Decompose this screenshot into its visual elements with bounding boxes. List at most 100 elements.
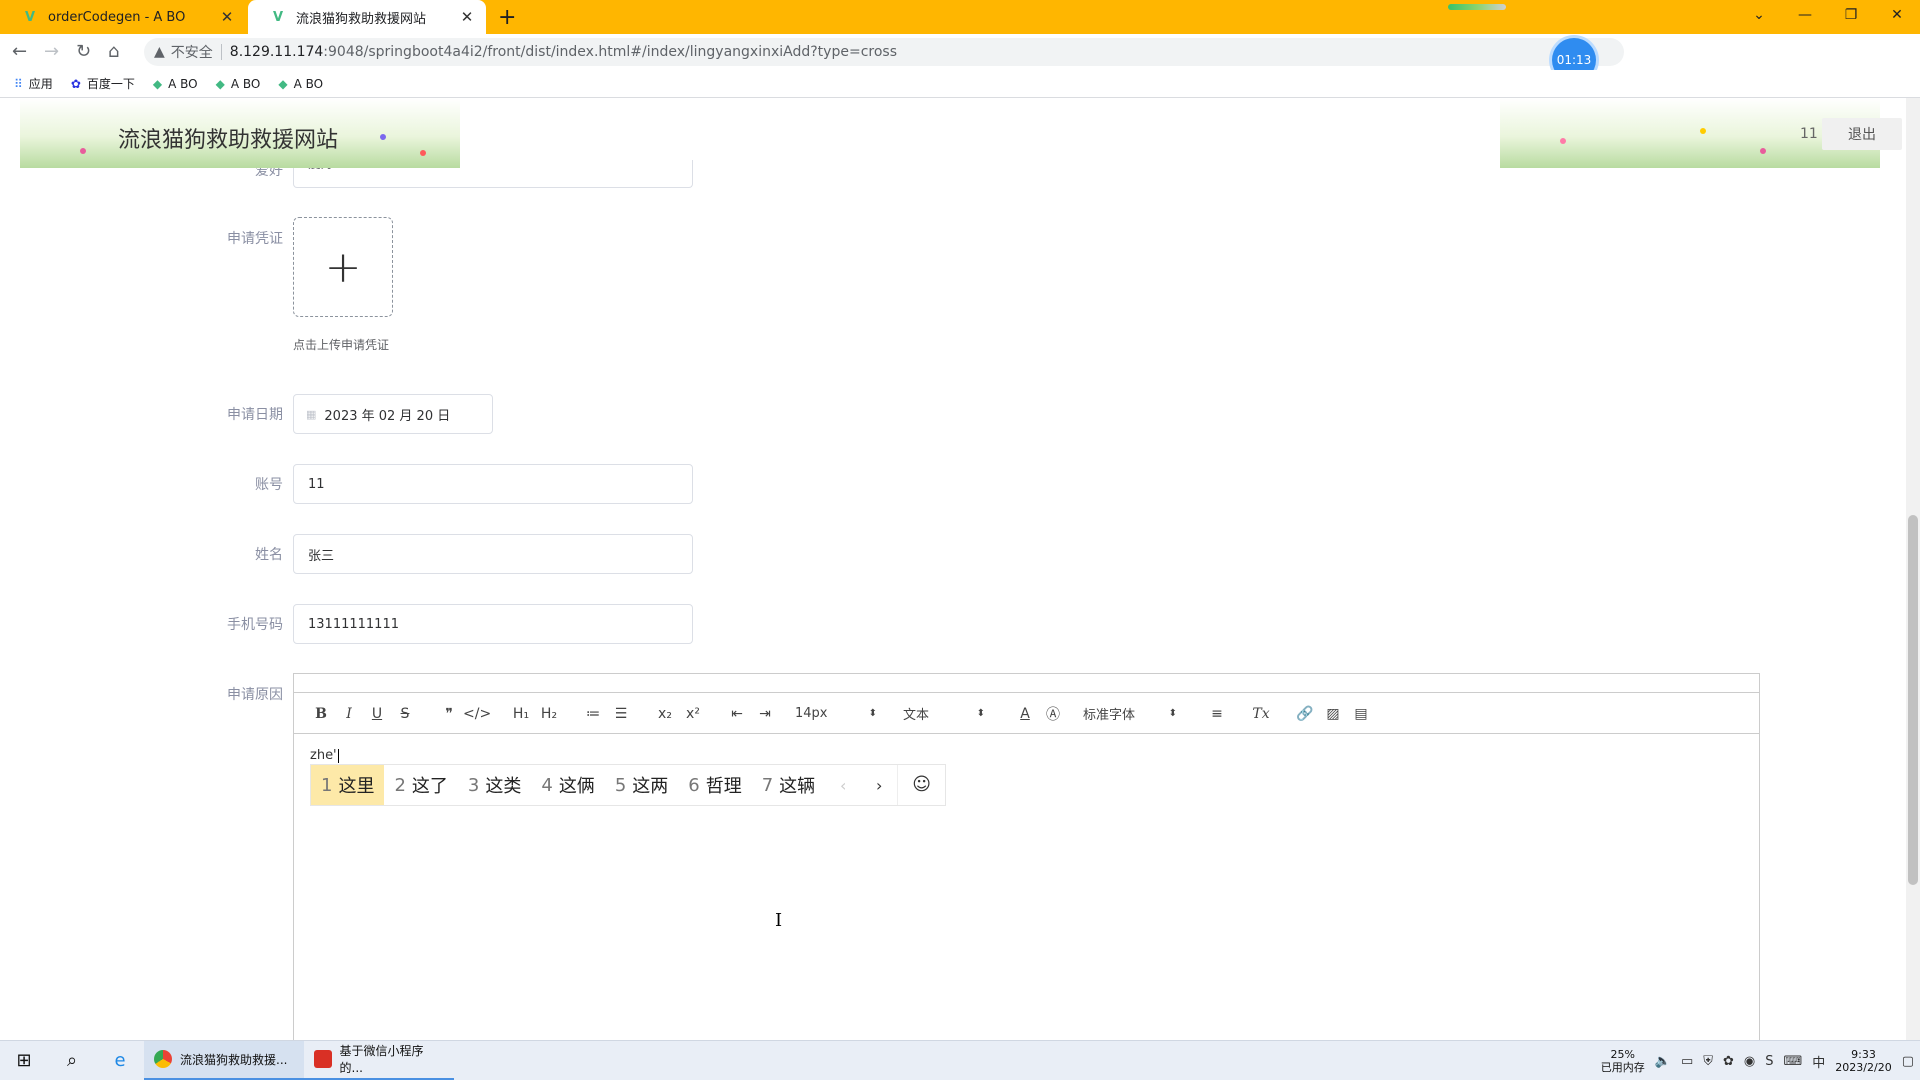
ime-prev-page-icon[interactable]: ‹ <box>825 776 861 795</box>
editor-content[interactable]: zhe' <box>310 748 339 763</box>
bookmark-abo-1[interactable]: ◆ A BO <box>153 77 198 91</box>
back-icon[interactable]: ← <box>12 41 27 62</box>
heading2-button[interactable]: H₂ <box>535 706 563 722</box>
ime-candidate[interactable]: 6 哲理 <box>678 765 751 805</box>
editor-top-border <box>293 673 1760 693</box>
page-scrollbar-thumb[interactable] <box>1908 515 1918 885</box>
minimize-button[interactable]: — <box>1782 0 1828 34</box>
bookmark-abo-2[interactable]: ◆ A BO <box>216 77 261 91</box>
ime-candidate[interactable]: 1 这里 <box>311 765 385 805</box>
taskbar-app-wps[interactable]: 基于微信小程序的... <box>304 1041 454 1080</box>
network-icon[interactable]: ▭ <box>1681 1054 1693 1069</box>
clear-format-button[interactable]: Tx <box>1247 706 1275 722</box>
bold-button[interactable]: B <box>307 706 335 722</box>
font-size-select[interactable]: 14px ⬍ <box>795 706 877 721</box>
date-picker[interactable]: ▦ 2023 年 02 月 20 日 <box>293 394 493 434</box>
apps-grid-icon: ⠿ <box>14 76 23 91</box>
new-tab-button[interactable]: + <box>498 5 516 30</box>
subscript-button[interactable]: x₂ <box>651 706 679 722</box>
flower-decoration <box>1760 148 1766 154</box>
video-button[interactable]: ▤ <box>1347 706 1375 722</box>
close-tab-icon[interactable]: ✕ <box>218 8 236 26</box>
memory-percent: 25% <box>1610 1048 1635 1061</box>
reload-icon[interactable]: ↻ <box>76 41 91 62</box>
underline-button[interactable]: U <box>363 706 391 722</box>
ime-emoji-icon[interactable]: ☺ <box>897 765 945 805</box>
font-color-button[interactable]: A <box>1011 706 1039 722</box>
app-tray-icon[interactable]: ✿ <box>1723 1054 1734 1069</box>
ime-candidate-number: 3 <box>467 774 480 796</box>
link-button[interactable]: 🔗 <box>1291 706 1319 722</box>
name-input[interactable]: 张三 <box>293 534 693 574</box>
window-controls: ⌄ — ❐ ✕ <box>1736 0 1920 34</box>
blockquote-button[interactable]: ❞ <box>435 706 463 722</box>
superscript-button[interactable]: x² <box>679 706 707 722</box>
vue-logo-icon: ◆ <box>215 76 225 91</box>
ordered-list-button[interactable]: ≔ <box>579 706 607 722</box>
ime-next-page-icon[interactable]: › <box>861 776 897 795</box>
heading1-button[interactable]: H₁ <box>507 706 535 722</box>
windows-start-icon[interactable]: ⊞ <box>0 1050 48 1071</box>
logout-button[interactable]: 退出 <box>1822 118 1902 150</box>
upload-plus-button[interactable]: + <box>293 217 393 317</box>
calendar-icon: ▦ <box>306 407 317 421</box>
bookmark-apps[interactable]: ⠿ 应用 <box>14 75 53 92</box>
taskbar-app-label: 基于微信小程序的... <box>339 1044 424 1075</box>
ime-candidate[interactable]: 7 这辆 <box>752 765 825 805</box>
font-family-select[interactable]: 标准字体 ⬍ <box>1083 704 1177 723</box>
tab-search-icon[interactable]: ⌄ <box>1736 0 1782 34</box>
taskbar-app-chrome[interactable]: 流浪猫狗救助救援... <box>144 1040 304 1080</box>
restore-button[interactable]: ❐ <box>1828 0 1874 34</box>
home-icon[interactable]: ⌂ <box>108 41 119 62</box>
align-button[interactable]: ≡ <box>1203 706 1231 722</box>
input-language-icon[interactable]: 中 <box>1812 1052 1825 1071</box>
ie-browser-icon[interactable]: e <box>96 1050 144 1071</box>
header-username[interactable]: 11 <box>1800 126 1818 142</box>
background-color-button[interactable]: Ⓐ <box>1039 704 1067 724</box>
volume-icon[interactable]: 🔈 <box>1655 1054 1671 1069</box>
bookmark-baidu[interactable]: ✿ 百度一下 <box>71 75 135 92</box>
notification-icon[interactable]: ▢ <box>1902 1054 1914 1069</box>
forward-icon[interactable]: → <box>44 41 59 62</box>
bookmark-abo-3[interactable]: ◆ A BO <box>278 77 323 91</box>
browser-tab-ordercodegen[interactable]: V orderCodegen - A BO ✕ <box>0 0 246 34</box>
header-select[interactable]: 文本 ⬍ <box>903 704 985 723</box>
memory-indicator[interactable]: 25% 已用内存 <box>1601 1048 1645 1074</box>
ime-candidate[interactable]: 5 这两 <box>605 765 678 805</box>
text-caret <box>337 748 339 763</box>
ime-candidate-number: 6 <box>688 774 700 796</box>
url-field[interactable]: ▲ 不安全 8.129.11.174 :9048/springboot4a4i2… <box>144 38 1624 66</box>
ime-tray-icon[interactable]: S <box>1765 1054 1773 1069</box>
strike-button[interactable]: S <box>391 706 419 722</box>
windows-taskbar: ⊞ ⌕ e 流浪猫狗救助救援... 基于微信小程序的... 25% 已用内存 🔈… <box>0 1040 1920 1080</box>
proof-label: 申请凭证 <box>227 231 283 247</box>
browser-tab-active[interactable]: V 流浪猫狗救助救援网站 ✕ <box>248 0 486 34</box>
close-tab-icon[interactable]: ✕ <box>458 8 476 26</box>
outdent-button[interactable]: ⇤ <box>723 706 751 722</box>
ime-candidate[interactable]: 4 这俩 <box>531 765 604 805</box>
bullet-list-button[interactable]: ☰ <box>607 706 635 722</box>
italic-button[interactable]: I <box>335 706 363 722</box>
search-icon[interactable]: ⌕ <box>48 1050 96 1071</box>
flower-decoration <box>1700 128 1706 134</box>
indent-button[interactable]: ⇥ <box>751 706 779 722</box>
image-button[interactable]: ▨ <box>1319 706 1347 722</box>
select-arrow-icon: ⬍ <box>1168 708 1177 719</box>
browser-tab-strip: V orderCodegen - A BO ✕ V 流浪猫狗救助救援网站 ✕ +… <box>0 0 1920 34</box>
vue-logo-icon: ◆ <box>152 76 163 91</box>
ime-candidate[interactable]: 2 这了 <box>384 765 457 805</box>
shield-icon[interactable]: ⛨ <box>1703 1054 1713 1069</box>
account-input[interactable]: 11 <box>293 464 693 504</box>
close-window-button[interactable]: ✕ <box>1874 0 1920 34</box>
phone-input[interactable]: 13111111111 <box>293 604 693 644</box>
taskbar-clock[interactable]: 9:33 2023/2/20 <box>1835 1048 1891 1074</box>
bookmark-label: 百度一下 <box>86 77 135 91</box>
ime-candidate-text: 这俩 <box>558 776 595 797</box>
qq-icon[interactable]: ◉ <box>1744 1054 1755 1069</box>
keyboard-icon[interactable]: ⌨ <box>1784 1054 1803 1069</box>
ime-candidate[interactable]: 3 这类 <box>458 765 531 805</box>
vue-logo-icon: V <box>24 9 36 25</box>
chrome-icon <box>154 1050 172 1068</box>
code-block-button[interactable]: </> <box>463 706 491 722</box>
ime-candidate-number: 5 <box>614 774 627 796</box>
